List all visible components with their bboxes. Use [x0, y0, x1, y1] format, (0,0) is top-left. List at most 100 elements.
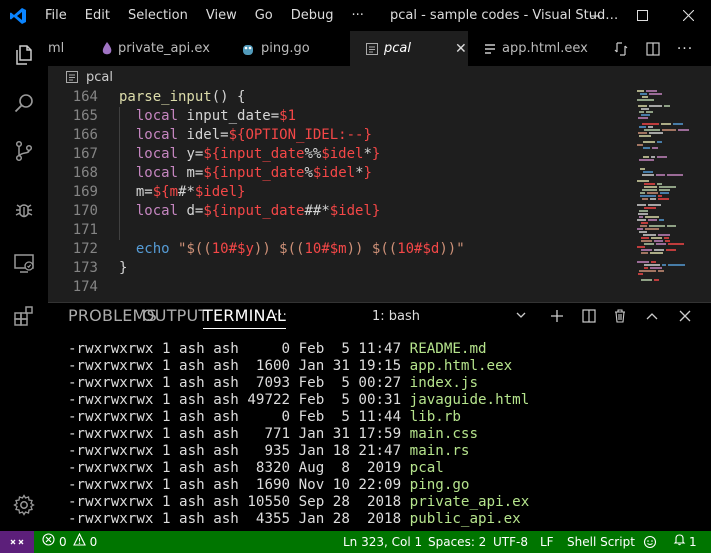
minimap-line	[639, 111, 644, 113]
line-number: 171	[72, 222, 98, 238]
minimap-line	[651, 261, 656, 263]
minimap-line	[638, 117, 648, 119]
eol-status[interactable]: LF	[540, 531, 554, 553]
source-control-icon[interactable]	[0, 127, 48, 175]
menu-item-file[interactable]: File	[36, 0, 76, 31]
code-line: m=${m#*$idel}	[119, 184, 246, 200]
tab-pcal[interactable]: pcal ✕	[350, 31, 468, 66]
minimap-line	[649, 132, 663, 134]
tab-output[interactable]: OUTPUT	[142, 303, 208, 329]
minimap-line	[637, 228, 643, 230]
compare-changes-icon[interactable]	[606, 31, 636, 66]
new-terminal-icon[interactable]	[542, 303, 572, 329]
minimap-line	[667, 174, 683, 176]
terminal-line: -rwxrwxrwx 1 ash ash 10550 Sep 28 2018 p…	[68, 494, 529, 511]
minimap-line	[638, 213, 648, 215]
minimap[interactable]	[637, 88, 697, 302]
close-window-button[interactable]	[665, 0, 711, 31]
minimap-line	[641, 114, 650, 116]
menu-item-view[interactable]: View	[197, 0, 246, 31]
minimize-button[interactable]	[572, 0, 618, 31]
panel-more-icon[interactable]: ···	[274, 303, 287, 329]
remote-indicator-icon[interactable]	[0, 531, 34, 553]
minimap-line	[659, 186, 676, 188]
menu-item-edit[interactable]: Edit	[76, 0, 119, 31]
minimap-line	[668, 264, 685, 266]
terminal-output[interactable]: -rwxrwxrwx 1 ash ash 0 Feb 5 11:47 READM…	[68, 341, 529, 528]
cursor-position[interactable]: Ln 323, Col 1	[343, 531, 422, 553]
minimap-line	[659, 189, 670, 191]
minimap-line	[650, 198, 656, 200]
minimap-line	[667, 225, 676, 227]
terminal-line: -rwxrwxrwx 1 ash ash 0 Feb 5 11:44 lib.r…	[68, 409, 529, 426]
bell-icon	[673, 531, 686, 553]
minimap-line	[650, 252, 663, 254]
minimap-line	[656, 174, 665, 176]
minimap-line	[643, 156, 649, 158]
terminal-select[interactable]: 1: bash	[365, 306, 532, 326]
search-icon[interactable]	[0, 79, 48, 127]
minimap-line	[643, 141, 655, 143]
line-number: 170	[72, 203, 98, 219]
code-content[interactable]: parse_input() { local input_date=$1 loca…	[119, 88, 465, 297]
minimap-line	[641, 108, 649, 110]
split-terminal-icon[interactable]	[574, 303, 604, 329]
file-meta: -rwxrwxrwx 1 ash ash 7093 Feb 5 00:27	[68, 375, 410, 391]
explorer-icon[interactable]	[0, 31, 48, 79]
minimap-line	[658, 270, 664, 272]
settings-gear-icon[interactable]	[0, 481, 48, 529]
minimap-line	[657, 141, 662, 143]
minimap-line	[664, 237, 669, 239]
menu-item-selection[interactable]: Selection	[119, 0, 197, 31]
extensions-icon[interactable]	[0, 292, 48, 340]
chevron-up-icon[interactable]	[637, 303, 667, 329]
debug-icon[interactable]	[0, 186, 48, 234]
minimap-line	[648, 126, 653, 128]
line-number: 174	[72, 279, 98, 295]
more-actions-icon[interactable]: ···	[670, 31, 700, 66]
tab-ml[interactable]: ml	[48, 31, 94, 66]
minimap-line	[654, 279, 659, 281]
minimap-line	[665, 240, 670, 242]
minimap-line	[637, 144, 643, 146]
minimap-line	[644, 183, 655, 185]
feedback-icon[interactable]	[642, 531, 658, 553]
terminal-line: -rwxrwxrwx 1 ash ash 935 Jan 18 21:47 ma…	[68, 443, 529, 460]
code-line: local m=${input_date%$idel*}	[135, 165, 372, 181]
minimap-line	[651, 156, 655, 158]
menu-overflow-icon[interactable]: ···	[343, 0, 373, 31]
encoding-status[interactable]: UTF-8	[493, 531, 528, 553]
indentation-status[interactable]: Spaces: 2	[428, 531, 486, 553]
tab-private-api[interactable]: private_api.ex	[102, 31, 228, 66]
minimap-line	[654, 249, 664, 251]
problems-status[interactable]: 0 0	[42, 531, 97, 553]
file-icon	[66, 71, 78, 83]
split-editor-icon[interactable]	[638, 31, 668, 66]
remote-explorer-icon[interactable]	[0, 239, 48, 287]
close-tab-icon[interactable]: ✕	[455, 41, 467, 57]
warning-count: 0	[89, 535, 98, 549]
breadcrumb[interactable]: pcal	[48, 66, 711, 88]
maximize-button[interactable]	[619, 0, 665, 31]
language-mode[interactable]: Shell Script	[567, 531, 635, 553]
menu-item-go[interactable]: Go	[246, 0, 282, 31]
file-name: ping.go	[409, 477, 470, 493]
file-icon	[366, 42, 378, 55]
file-meta: -rwxrwxrwx 1 ash ash 0 Feb 5 11:47	[68, 341, 410, 357]
minimap-line	[641, 237, 649, 239]
notifications-status[interactable]: 1	[673, 531, 697, 553]
menu-item-debug[interactable]: Debug	[282, 0, 343, 31]
tab-app-html-eex[interactable]: app.html.eex	[484, 31, 604, 66]
error-count: 0	[59, 535, 67, 549]
go-gopher-icon	[241, 42, 255, 56]
file-meta: -rwxrwxrwx 1 ash ash 935 Jan 18 21:47	[68, 443, 410, 459]
terminal-select-value: 1: bash	[372, 308, 421, 324]
code-editor[interactable]: 164 165 166 167 168 169 170 171 172 173 174 parse_…	[48, 88, 711, 302]
minimap-line	[654, 240, 663, 242]
trash-icon[interactable]	[605, 303, 635, 329]
minimap-line	[643, 171, 653, 173]
tab-ping-go[interactable]: ping.go	[241, 31, 351, 66]
minimap-line	[673, 123, 683, 125]
close-panel-icon[interactable]	[670, 303, 700, 329]
